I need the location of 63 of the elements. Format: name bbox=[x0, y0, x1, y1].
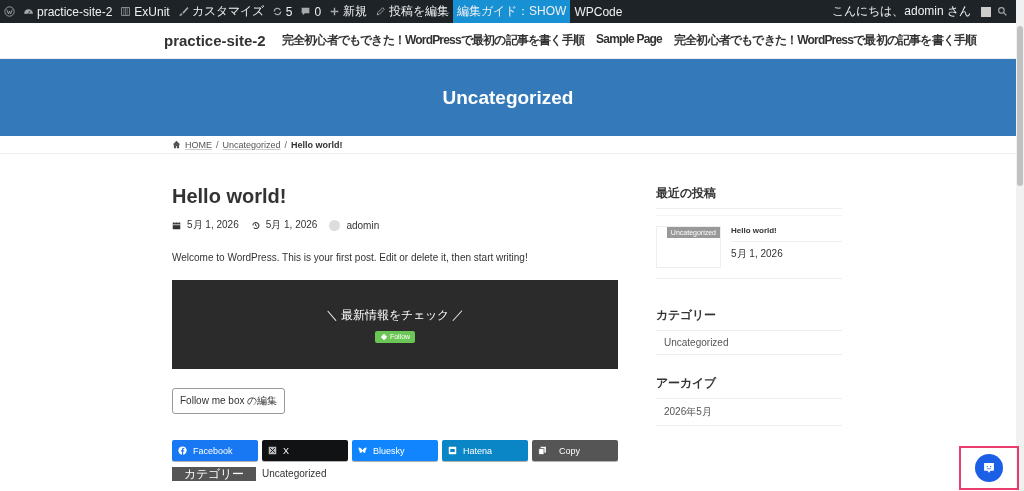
widget-heading: 最近の投稿 bbox=[656, 179, 842, 209]
admin-bar-item[interactable]: カスタマイズ bbox=[173, 0, 268, 23]
breadcrumb-link[interactable]: Uncategorized bbox=[222, 139, 281, 150]
home-icon bbox=[172, 140, 181, 149]
brush-icon bbox=[177, 6, 189, 17]
edit-follow-box-button[interactable]: Follow me box の編集 bbox=[172, 388, 286, 414]
author-avatar-icon bbox=[329, 219, 341, 231]
nav-link[interactable]: Sample Page bbox=[596, 32, 662, 49]
nav-link[interactable]: 完全初心者でもできた！WordPressで最初の記事を書く手順 bbox=[673, 32, 977, 49]
facebook-icon bbox=[178, 446, 187, 455]
building-icon bbox=[120, 6, 132, 17]
updated-date: 5月 1, 2026 bbox=[265, 218, 318, 232]
follow-heading: ＼ 最新情報をチェック ／ bbox=[325, 306, 465, 324]
admin-bar-item[interactable]: 0 bbox=[296, 0, 326, 23]
bookmark-logo-icon bbox=[448, 446, 457, 455]
gauge-icon bbox=[23, 6, 34, 17]
category-link[interactable]: Uncategorized bbox=[656, 331, 842, 355]
widget-heading: アーカイブ bbox=[656, 369, 842, 399]
site-title[interactable]: practice-site-2 bbox=[164, 32, 266, 49]
share-button[interactable]: Copy bbox=[532, 440, 618, 461]
greeting[interactable]: こんにちは、adomin さん bbox=[828, 0, 975, 23]
breadcrumb-separator: / bbox=[284, 139, 288, 150]
pencil-icon bbox=[375, 6, 387, 17]
plus-icon bbox=[329, 6, 341, 17]
author-name[interactable]: adomin bbox=[346, 219, 380, 231]
refresh-icon bbox=[271, 6, 283, 17]
share-button[interactable]: Bluesky bbox=[352, 440, 438, 461]
admin-bar-item[interactable]: 5 bbox=[267, 0, 297, 23]
admin-bar-item[interactable]: 投稿を編集 bbox=[371, 0, 454, 23]
admin-bar-item[interactable]: practice-site-2 bbox=[19, 0, 117, 23]
breadcrumb-link[interactable]: HOME bbox=[185, 139, 212, 150]
published-date: 5月 1, 2026 bbox=[187, 218, 239, 232]
breadcrumb-separator: / bbox=[216, 139, 219, 150]
chat-bubble-icon bbox=[982, 461, 996, 475]
category-label: カテゴリー bbox=[172, 467, 256, 481]
calendar-icon bbox=[172, 220, 181, 230]
scrollbar[interactable] bbox=[1016, 0, 1024, 491]
butterfly-icon bbox=[358, 446, 367, 455]
post-body: Welcome to WordPress. This is your first post. Edit or delete it, then start writing! bbox=[172, 252, 529, 263]
category-link[interactable]: Uncategorized bbox=[262, 467, 327, 480]
admin-bar-item[interactable]: WPCode bbox=[570, 0, 627, 23]
copy-icon bbox=[538, 446, 547, 455]
breadcrumb-link[interactable]: Hello world! bbox=[291, 139, 343, 150]
admin-bar-item[interactable]: 新規 bbox=[325, 0, 372, 23]
x-logo-icon bbox=[268, 446, 277, 455]
wordpress-logo-icon bbox=[4, 6, 15, 17]
share-button[interactable]: X bbox=[262, 440, 348, 461]
chat-button[interactable] bbox=[975, 454, 1003, 482]
search-icon[interactable] bbox=[997, 6, 1008, 17]
feedly-icon bbox=[379, 332, 388, 341]
archive-link[interactable]: 2026年5月 bbox=[656, 399, 842, 426]
avatar-icon[interactable] bbox=[981, 6, 991, 17]
share-button[interactable]: Hatena bbox=[442, 440, 528, 461]
recent-post-link[interactable]: Hello world! bbox=[731, 226, 842, 242]
history-icon bbox=[250, 220, 260, 230]
nav-link[interactable]: 完全初心者でもできた！WordPressで最初の記事を書く手順 bbox=[281, 32, 585, 49]
share-button[interactable]: Facebook bbox=[172, 440, 258, 461]
admin-bar-item[interactable]: ExUnit bbox=[116, 0, 174, 23]
post-title: Hello world! bbox=[172, 184, 288, 208]
page-header-title: Uncategorized bbox=[442, 86, 574, 109]
comment-icon bbox=[300, 6, 312, 17]
widget-heading: カテゴリー bbox=[656, 301, 842, 331]
recent-post-date: 5月 1, 2026 bbox=[731, 247, 784, 261]
